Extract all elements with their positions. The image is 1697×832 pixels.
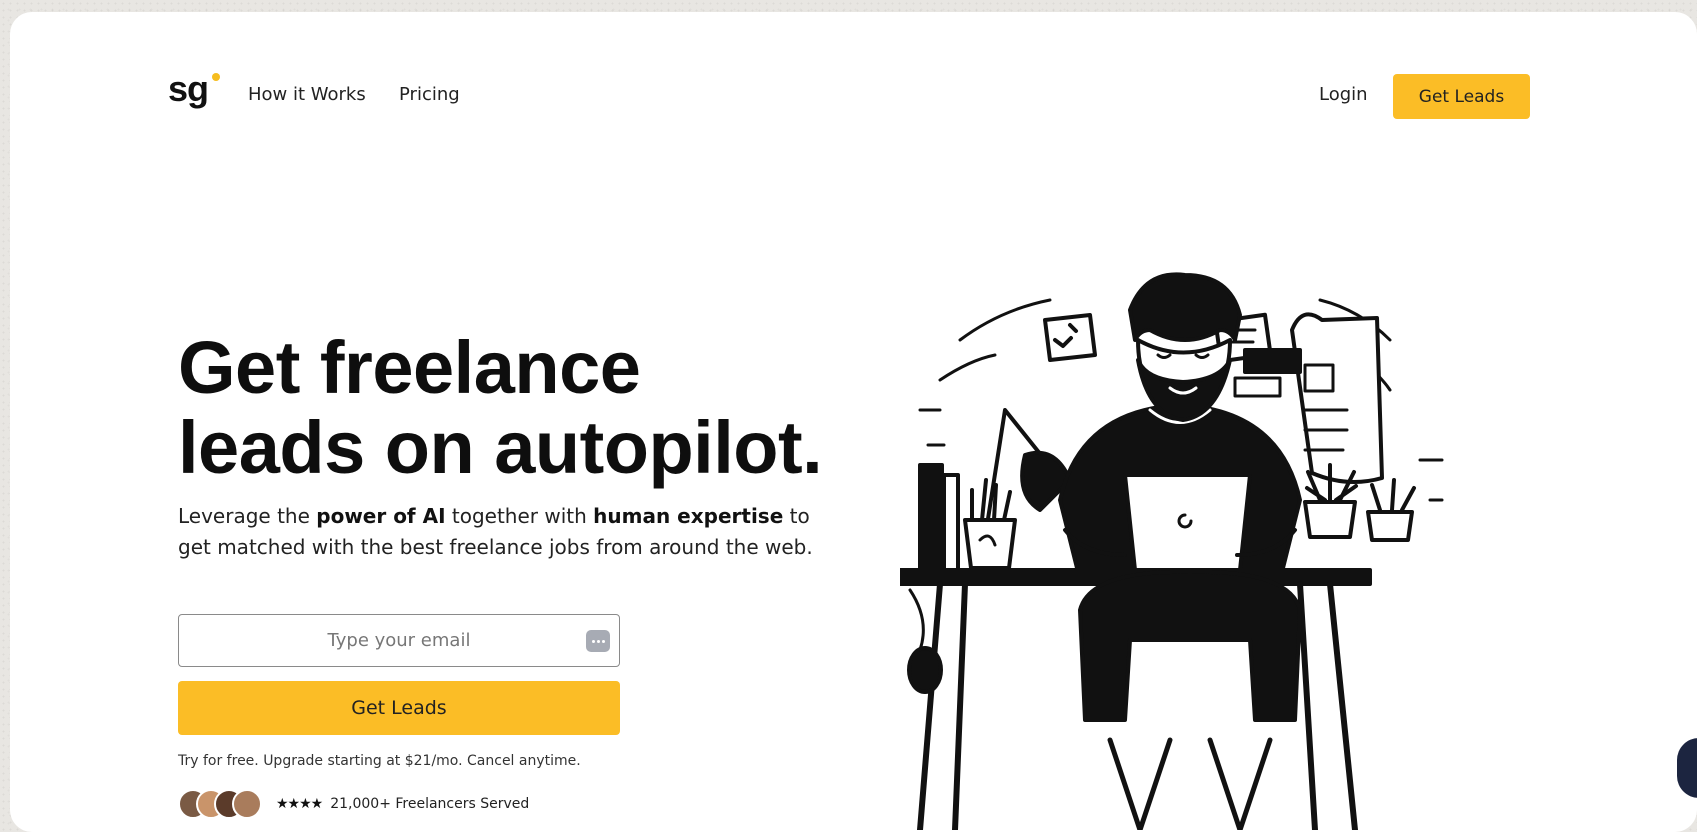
nav-pricing[interactable]: Pricing bbox=[399, 84, 460, 105]
freelancers-served-count: 21,000+ Freelancers Served bbox=[330, 796, 530, 812]
social-proof: ★★★★ 21,000+ Freelancers Served bbox=[178, 789, 529, 819]
subtitle-bold-expertise: human expertise bbox=[593, 504, 784, 528]
nav-how-it-works[interactable]: How it Works bbox=[248, 84, 366, 105]
hero-title-line-1: Get freelance bbox=[178, 326, 641, 409]
freelancer-illustration bbox=[900, 272, 1444, 830]
avatar-stack bbox=[178, 789, 274, 819]
email-input[interactable] bbox=[179, 615, 619, 666]
nav-get-leads-button[interactable]: Get Leads bbox=[1393, 74, 1530, 119]
pricing-fine-print: Try for free. Upgrade starting at $21/mo… bbox=[178, 753, 581, 769]
rating-stars: ★★★★ bbox=[276, 796, 323, 812]
subtitle-bold-ai: power of AI bbox=[316, 504, 446, 528]
hero-title-line-2: leads on autopilot. bbox=[178, 406, 823, 489]
hero-subtitle: Leverage the power of AI together with h… bbox=[178, 501, 838, 563]
email-field-wrapper bbox=[178, 614, 620, 667]
avatar bbox=[232, 789, 262, 819]
hero-title: Get freelance leads on autopilot. bbox=[178, 326, 823, 489]
subtitle-text-1: Leverage the bbox=[178, 504, 317, 528]
logo[interactable]: sg bbox=[168, 71, 209, 107]
nav-login[interactable]: Login bbox=[1319, 84, 1368, 105]
subtitle-text-2: together with bbox=[445, 504, 594, 528]
hero-get-leads-button[interactable]: Get Leads bbox=[178, 681, 620, 735]
logo-dot-icon bbox=[212, 73, 220, 81]
autofill-icon[interactable] bbox=[586, 630, 610, 652]
